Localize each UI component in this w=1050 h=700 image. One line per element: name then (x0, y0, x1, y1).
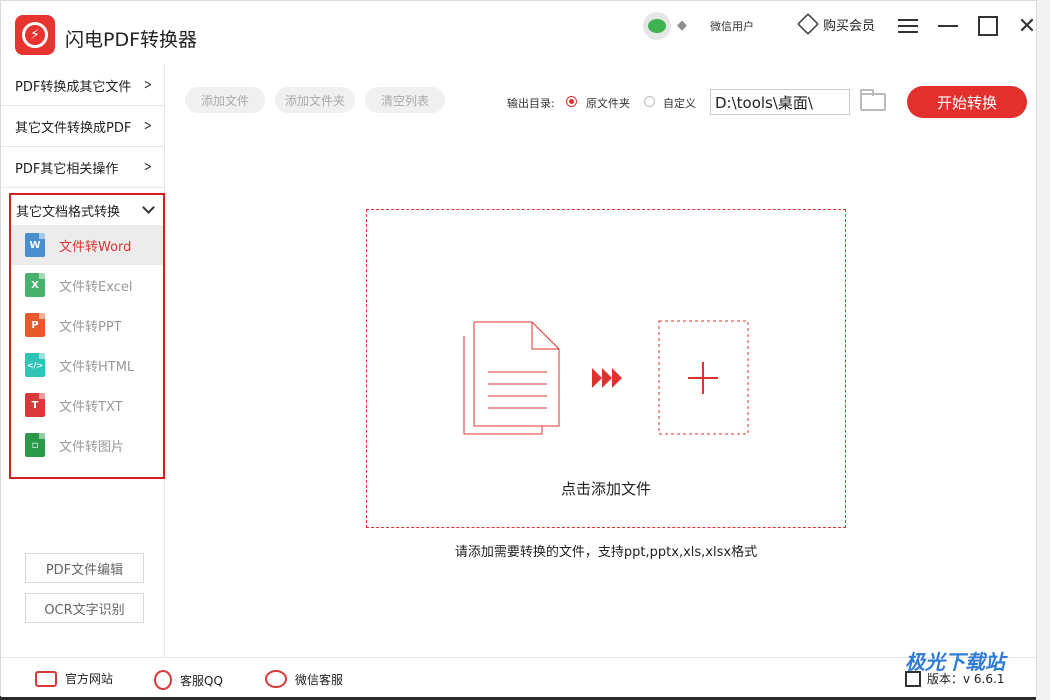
chevron-down-icon (142, 201, 155, 214)
arrows-icon (592, 368, 622, 388)
buy-vip-button[interactable]: 购买会员 (797, 13, 875, 35)
app-title: 闪电PDF转换器 (65, 29, 198, 51)
sidebar-item-pdf-other-ops[interactable]: PDF其它相关操作 > (1, 147, 164, 188)
maximize-button[interactable] (975, 13, 1001, 39)
supported-formats-hint: 请添加需要转换的文件，支持ppt,pptx,xls,xlsx格式 (454, 545, 758, 560)
sidebar-item-label: 其它文件转换成PDF (15, 120, 132, 136)
sidebar-item-to-image[interactable]: ▫ 文件转图片 (11, 425, 163, 465)
wechat-icon (265, 670, 287, 688)
footer-bar: 官方网站 客服QQ 微信客服 版本：v 6.6.1 (1, 657, 1036, 697)
sidebar-item-label: 文件转HTML (59, 359, 135, 375)
folder-open-icon[interactable] (860, 89, 886, 111)
chevron-right-icon: > (144, 159, 153, 175)
sidebar-item-to-ppt[interactable]: P 文件转PPT (11, 305, 163, 345)
html-file-icon: </> (25, 353, 45, 377)
add-file-graphic (463, 320, 749, 435)
sidebar-item-to-html[interactable]: </> 文件转HTML (11, 345, 163, 385)
qq-support-link[interactable]: 客服QQ (154, 670, 223, 690)
footer-label: 微信客服 (295, 672, 344, 687)
output-path-input[interactable] (710, 89, 850, 115)
radio-original-folder-label[interactable]: 原文件夹 (586, 95, 630, 111)
txt-file-icon: T (25, 393, 45, 417)
sidebar-item-other-to-pdf[interactable]: 其它文件转换成PDF > (1, 106, 164, 147)
sidebar-item-label: PDF其它相关操作 (15, 161, 119, 177)
chevron-right-icon: > (144, 77, 153, 93)
output-dir-label: 输出目录: (507, 97, 555, 110)
menu-button[interactable] (895, 13, 921, 39)
file-dropzone[interactable]: 点击添加文件 (366, 209, 846, 528)
app-window: ⚡ 闪电PDF转换器 ◆ 微信用户 购买会员 ✕ PDF转换成其它文件 > 其它… (0, 0, 1037, 697)
radio-custom-folder-label[interactable]: 自定义 (663, 95, 696, 111)
vip-diamond-icon: ◆ (677, 18, 687, 33)
ocr-button[interactable]: OCR文字识别 (25, 593, 144, 623)
app-logo-icon: ⚡ (15, 15, 55, 55)
sidebar-item-label: 文件转图片 (59, 439, 125, 455)
sidebar-group-other-formats: 其它文档格式转换 W 文件转Word X 文件转Excel P 文件转PPT <… (9, 193, 165, 479)
maximize-icon (978, 16, 998, 36)
sidebar-item-label: 文件转Excel (59, 279, 133, 295)
minimize-button[interactable] (935, 13, 961, 39)
hamburger-icon (898, 19, 918, 33)
word-file-icon: W (25, 233, 45, 257)
ppt-file-icon: P (25, 313, 45, 337)
footer-label: 官方网站 (65, 672, 114, 686)
document-icon (463, 321, 560, 435)
close-icon: ✕ (1017, 13, 1037, 39)
wechat-avatar-icon[interactable] (643, 12, 671, 40)
sidebar-item-label: 文件转TXT (59, 399, 123, 415)
official-website-link[interactable]: 官方网站 (35, 670, 113, 687)
qq-icon (154, 670, 172, 690)
sidebar-item-pdf-to-other[interactable]: PDF转换成其它文件 > (1, 65, 164, 106)
pdf-edit-button[interactable]: PDF文件编辑 (25, 553, 144, 583)
sidebar-item-to-txt[interactable]: T 文件转TXT (11, 385, 163, 425)
chevron-right-icon: > (144, 118, 153, 134)
monitor-icon (35, 670, 57, 687)
watermark-logo: 极光下载站 (905, 650, 1005, 674)
sidebar-group-label: 其它文档格式转换 (16, 204, 121, 220)
buy-vip-label: 购买会员 (823, 18, 876, 34)
sidebar-item-label: 文件转Word (59, 239, 132, 255)
sidebar-item-label: PDF转换成其它文件 (15, 79, 132, 95)
footer-label: 客服QQ (180, 673, 223, 688)
radio-original-folder[interactable] (566, 96, 577, 107)
sidebar: PDF转换成其它文件 > 其它文件转换成PDF > PDF其它相关操作 > 其它… (1, 65, 165, 657)
clear-list-button[interactable]: 清空列表 (365, 87, 445, 113)
sidebar-item-label: 文件转PPT (59, 319, 122, 335)
add-file-button[interactable]: 添加文件 (185, 87, 265, 113)
wechat-support-link[interactable]: 微信客服 (265, 670, 343, 688)
add-folder-button[interactable]: 添加文件夹 (275, 87, 355, 113)
title-bar: ⚡ 闪电PDF转换器 ◆ 微信用户 购买会员 ✕ (1, 1, 1036, 65)
excel-file-icon: X (25, 273, 45, 297)
sidebar-group-header[interactable]: 其它文档格式转换 (11, 195, 163, 225)
close-button[interactable]: ✕ (1014, 13, 1040, 39)
toolbar: 添加文件 添加文件夹 清空列表 输出目录: 原文件夹 自定义 开始转换 (165, 65, 1037, 137)
sidebar-item-to-word[interactable]: W 文件转Word (11, 225, 163, 265)
desktop-background-strip (1036, 0, 1050, 700)
radio-custom-folder[interactable] (644, 96, 655, 107)
minimize-icon (938, 25, 958, 27)
image-file-icon: ▫ (25, 433, 45, 457)
sidebar-item-to-excel[interactable]: X 文件转Excel (11, 265, 163, 305)
start-convert-button[interactable]: 开始转换 (907, 86, 1027, 118)
plus-icon (658, 320, 749, 435)
user-name[interactable]: 微信用户 (710, 18, 754, 34)
diamond-icon (797, 13, 819, 35)
dropzone-label: 点击添加文件 (560, 480, 651, 498)
